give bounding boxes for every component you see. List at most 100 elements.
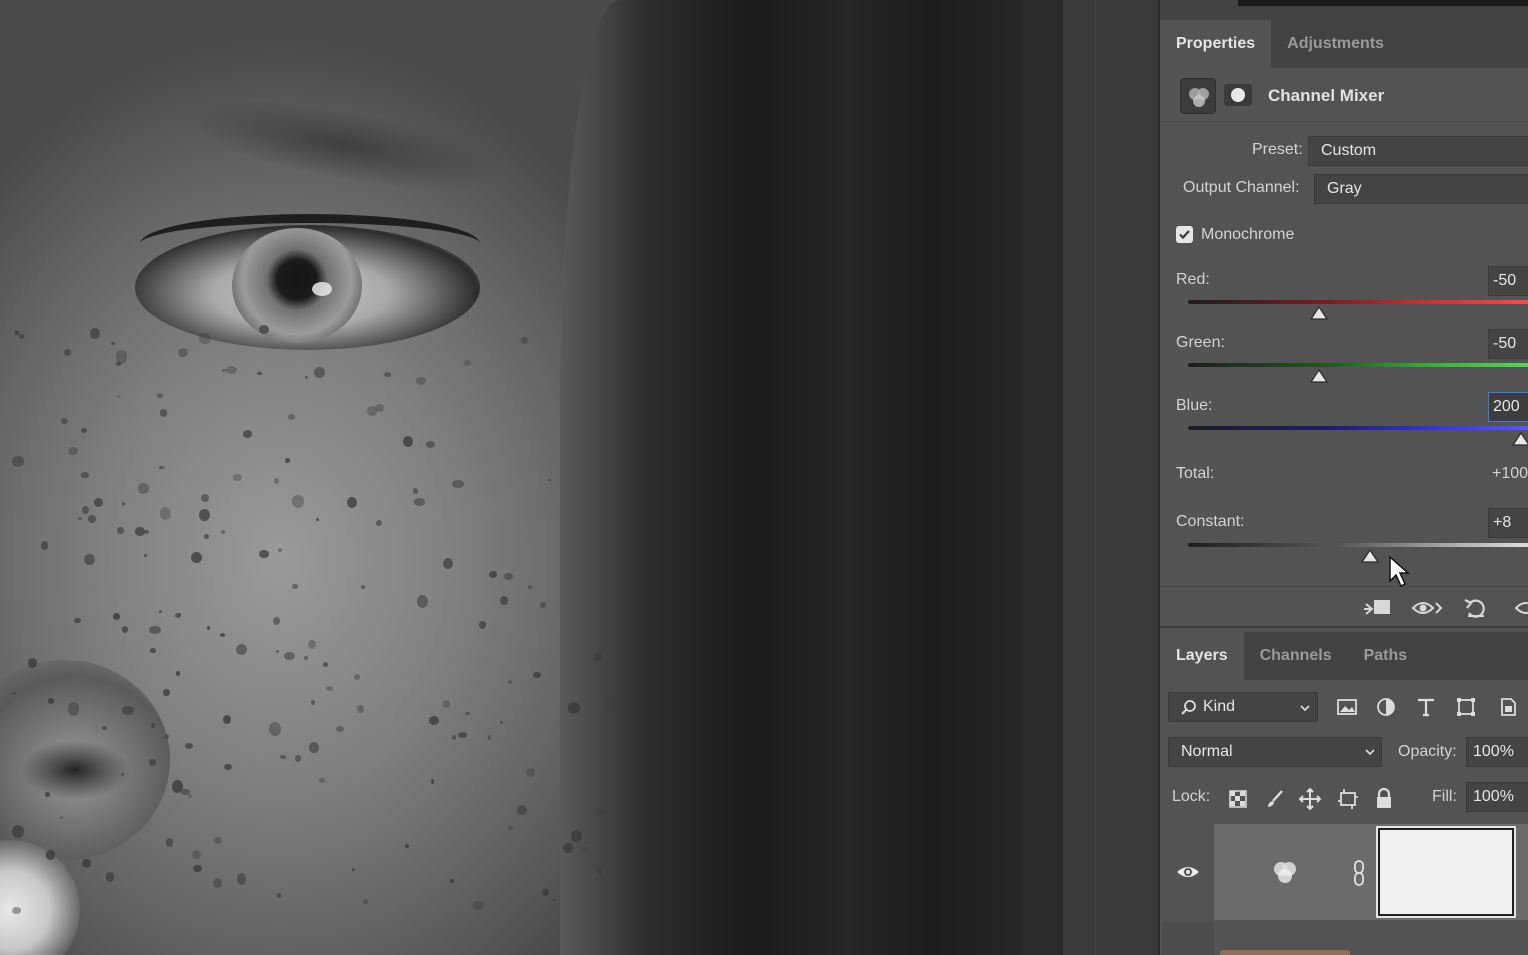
freckle-spot [489,571,498,578]
freckle-spot [225,366,237,375]
green-label: Green: [1176,334,1225,351]
freckle-spot [413,488,418,494]
freckle-spot [164,734,170,739]
freckle-spot [12,907,21,915]
freckle-spot [428,716,440,725]
fill-field[interactable]: 100% [1466,782,1528,812]
green-slider-thumb[interactable] [1310,369,1329,383]
smart-object-filter-icon[interactable] [1496,696,1518,718]
freckle-spot [526,768,535,777]
opacity-field[interactable]: 100% [1466,737,1528,767]
output-channel-dropdown[interactable]: Gray [1314,174,1528,204]
mouse-cursor-icon [1389,555,1410,588]
pixel-layer-filter-icon[interactable] [1336,696,1358,718]
freckle-spot [148,625,161,635]
blue-slider-thumb[interactable] [1512,432,1528,446]
freckle-spot [233,474,242,481]
mask-link-icon[interactable] [1352,860,1366,886]
lock-all-icon[interactable] [1374,787,1394,809]
freckle-spot [175,613,182,618]
freckle-spot [157,393,164,398]
freckle-spot [487,735,492,740]
freckle-spot [414,497,425,507]
lock-position-icon[interactable] [1298,787,1322,811]
freckle-spot [278,548,283,552]
freckle-spot [222,714,232,724]
constant-slider-track[interactable] [1188,543,1528,547]
lock-artboard-icon[interactable] [1336,787,1360,811]
chevron-down-icon [1300,705,1310,712]
blend-mode-dropdown[interactable]: Normal [1168,737,1382,767]
document-canvas[interactable] [0,0,1022,955]
freckle-spot [540,602,546,608]
freckle-spot [508,825,513,831]
shape-layer-filter-icon[interactable] [1455,696,1477,718]
blue-slider-track[interactable] [1188,426,1528,430]
freckle-spot [547,478,551,482]
reset-icon[interactable] [1460,595,1494,621]
monochrome-checkbox[interactable] [1176,226,1193,243]
freckle-spot [45,850,56,860]
visibility-icon[interactable] [1512,595,1528,621]
green-value-field[interactable]: -50 [1488,329,1528,359]
freckle-spot [425,440,436,449]
tab-layers[interactable]: Layers [1160,632,1244,680]
lock-image-pixels-icon[interactable] [1264,788,1286,810]
layer-row-photo[interactable] [1162,922,1528,955]
freckle-spot [384,371,392,377]
view-previous-state-icon[interactable] [1410,595,1444,621]
monochrome-label: Monochrome [1201,226,1295,243]
freckle-spot [353,674,360,681]
tab-adjustments[interactable]: Adjustments [1271,20,1400,68]
layer-mask-icon[interactable] [1224,84,1252,106]
freckle-spot [402,436,414,448]
adjustment-layer-filter-icon[interactable] [1375,696,1397,718]
green-slider-track[interactable] [1188,363,1528,367]
freckle-spot [257,371,263,376]
freckle-spot [285,457,291,463]
freckle-spot [61,417,69,424]
chevron-down-icon [1365,749,1375,756]
red-slider-thumb[interactable] [1310,306,1329,320]
lock-transparent-pixels-icon[interactable] [1228,789,1248,809]
freckle-spot [198,332,211,345]
red-label: Red: [1176,271,1210,288]
freckle-spot [430,779,435,784]
eye-icon[interactable] [1176,863,1200,881]
freckle-spot [295,755,301,762]
channel-mixer-layer-icon [1274,862,1296,883]
freckle-spot [464,360,471,366]
clip-to-layer-icon[interactable] [1360,595,1394,621]
blue-value-field[interactable]: 200 [1488,392,1528,422]
freckle-spot [258,325,269,335]
properties-header: Channel Mixer [1160,70,1528,122]
preset-dropdown[interactable]: Custom [1308,136,1528,166]
constant-value-field[interactable]: +8 [1488,508,1528,538]
photo-eyebrow-region [176,81,514,209]
freckle-spot [451,734,457,740]
tab-properties[interactable]: Properties [1160,20,1272,68]
freckle-spot [121,625,129,634]
freckle-spot [121,502,126,506]
freckle-spot [90,327,100,339]
red-value-field[interactable]: -50 [1488,266,1528,296]
freckle-spot [82,859,92,868]
freckle-spot [200,493,210,503]
layer-row-channel-mixer[interactable] [1162,824,1528,920]
freckle-spot [177,347,188,358]
tab-paths[interactable]: Paths [1348,632,1424,680]
red-slider-track[interactable] [1188,300,1528,304]
freckle-spot [603,701,615,711]
freckle-spot [187,794,192,798]
freckle-spot [12,691,17,695]
channel-mixer-icon[interactable] [1180,78,1216,114]
freckle-spot [87,515,96,524]
freckle-spot [442,557,454,570]
constant-slider-thumb[interactable] [1361,549,1379,563]
freckle-spot [236,643,248,655]
layer-mask-thumbnail[interactable] [1376,826,1516,918]
canvas-gutter [1022,0,1062,955]
freckle-spot [528,584,533,590]
tab-channels[interactable]: Channels [1244,632,1348,680]
type-layer-filter-icon[interactable] [1415,696,1437,718]
